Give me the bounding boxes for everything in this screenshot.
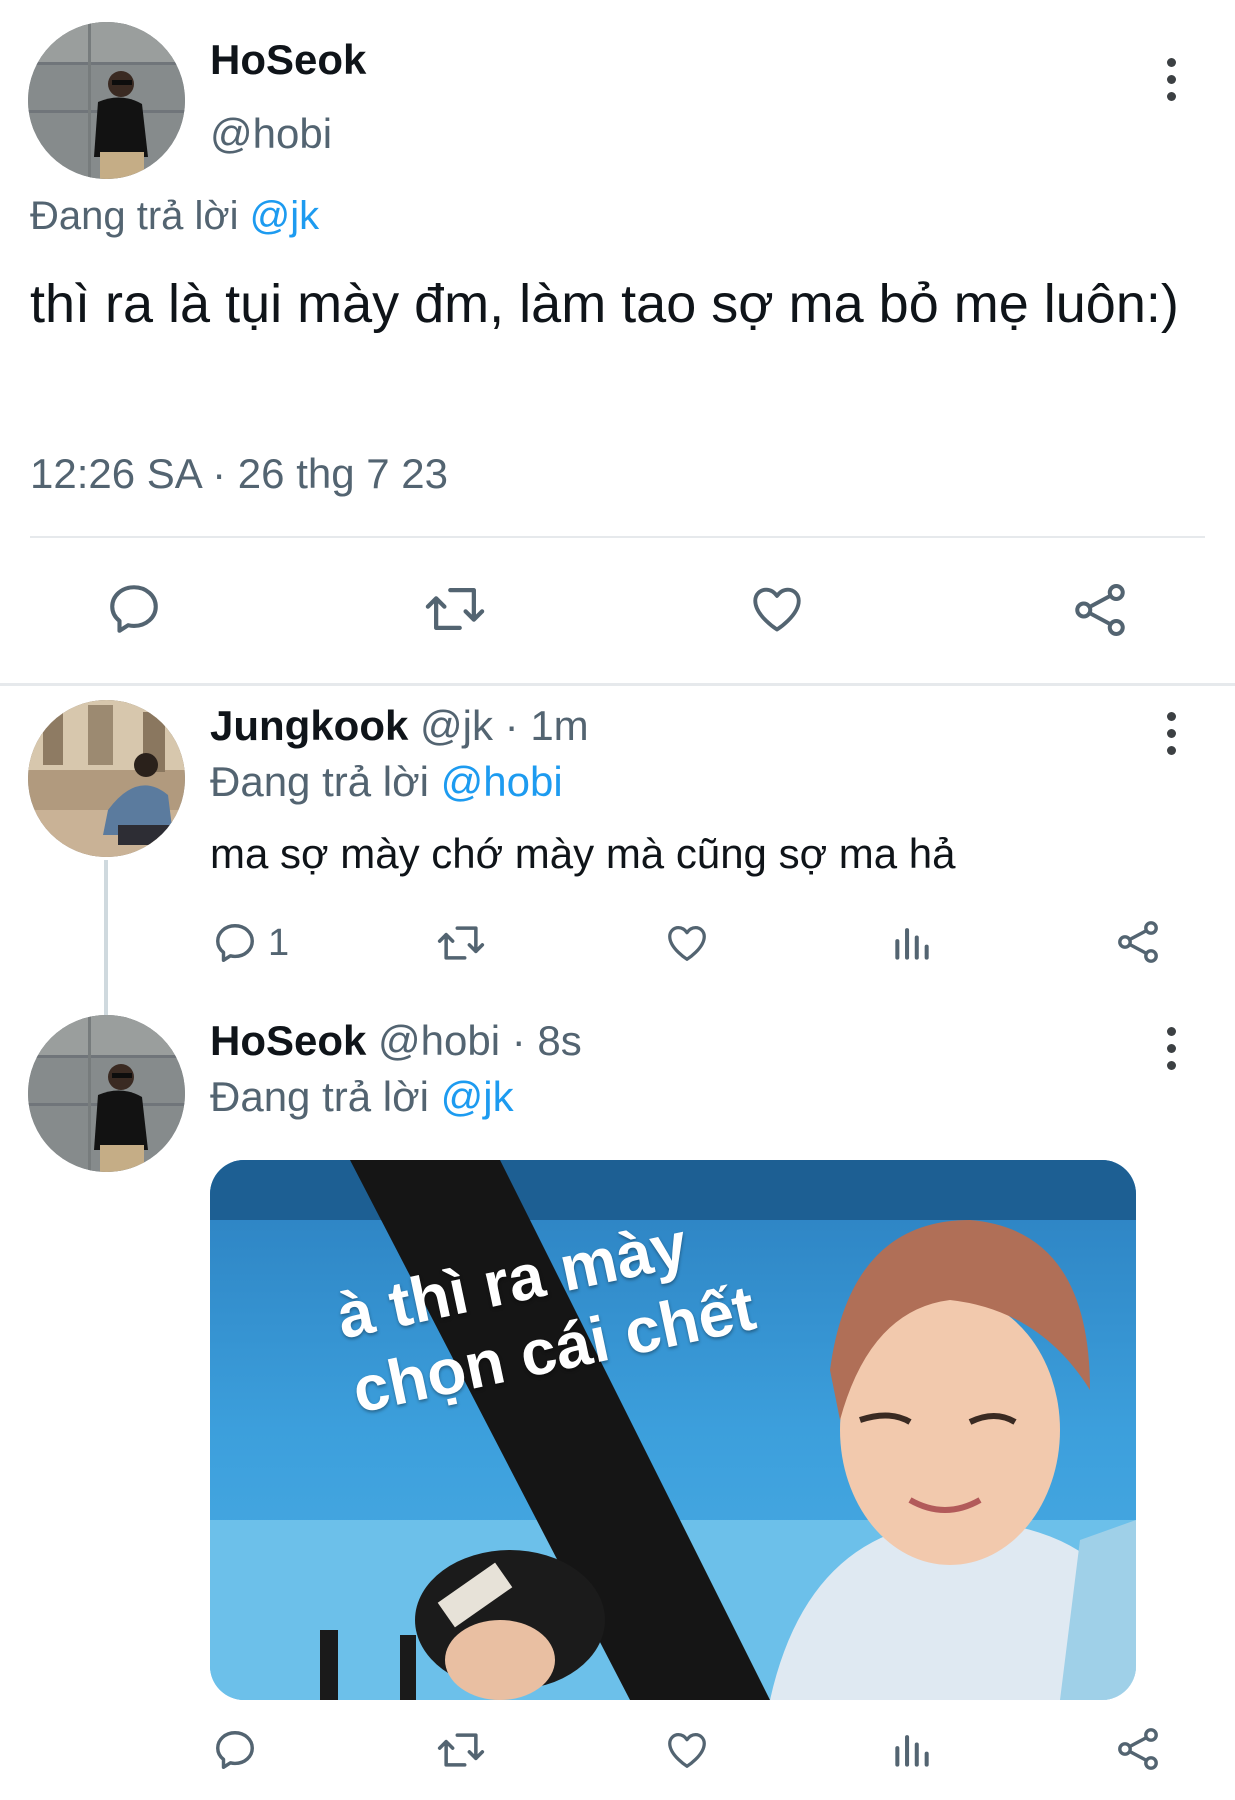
- main-retweet-button[interactable]: [422, 580, 488, 638]
- replying-prefix: Đang trả lời: [30, 194, 239, 238]
- heart-icon: [668, 1733, 706, 1768]
- reply1-share-button[interactable]: [1114, 918, 1162, 966]
- thread-line: [104, 860, 108, 1015]
- section-divider: [0, 683, 1235, 686]
- replying-prefix: Đang trả lời: [210, 758, 429, 805]
- reply1-header: Jungkook @jk · 1m: [210, 702, 589, 750]
- share-nodes-icon: [1118, 921, 1158, 963]
- reply2-retweet-button[interactable]: [435, 1727, 487, 1773]
- replying-to-link[interactable]: @jk: [250, 194, 320, 238]
- main-handle[interactable]: @hobi: [210, 110, 332, 158]
- speech-bubble-icon: [216, 924, 254, 962]
- reply1-views-button[interactable]: [890, 920, 934, 966]
- reply2-replying-line: Đang trả lời @jk: [210, 1073, 514, 1121]
- vertical-dots-icon: [1166, 1027, 1176, 1036]
- reply2-share-button[interactable]: [1114, 1725, 1162, 1773]
- reply1-time[interactable]: · 1m: [505, 702, 589, 749]
- reply2-views-button[interactable]: [890, 1727, 934, 1773]
- retweet-arrows-icon: [437, 926, 485, 960]
- reply1-avatar[interactable]: [28, 700, 185, 857]
- main-display-name[interactable]: HoSeok: [210, 36, 366, 84]
- reply2-handle[interactable]: @hobi: [378, 1017, 500, 1064]
- main-avatar[interactable]: [28, 22, 185, 179]
- heart-icon: [668, 926, 706, 961]
- reply2-time[interactable]: · 8s: [512, 1017, 582, 1064]
- reply1-tweet-text: ma sợ mày chớ mày mà cũng sợ ma hả: [210, 830, 956, 877]
- reply1-reply-button[interactable]: 1: [212, 920, 289, 966]
- retweet-arrows-icon: [425, 588, 485, 630]
- main-share-button[interactable]: [1069, 580, 1131, 640]
- share-nodes-icon: [1118, 1728, 1158, 1770]
- main-tweet-text: thì ra là tụi mày đm, làm tao sợ ma bỏ m…: [30, 274, 1179, 334]
- reply1-reply-count: 1: [268, 921, 290, 964]
- main-like-button[interactable]: [747, 580, 807, 638]
- share-nodes-icon: [1075, 584, 1125, 636]
- replying-to-link[interactable]: @hobi: [441, 758, 563, 805]
- reply2-media-image[interactable]: à thì ra mày chọn cái chết: [210, 1160, 1136, 1700]
- bar-chart-icon: [895, 928, 929, 960]
- reply1-handle[interactable]: @jk: [420, 702, 493, 749]
- avatar-photo: [28, 22, 185, 179]
- reply2-header: HoSeok @hobi · 8s: [210, 1017, 582, 1065]
- main-replying-line: Đang trả lời @jk: [30, 194, 319, 239]
- main-timestamp[interactable]: 12:26 SA · 26 thg 7 23: [30, 450, 448, 498]
- speech-bubble-icon: [216, 1731, 254, 1769]
- main-reply-button[interactable]: [105, 580, 163, 638]
- reply2-more-button[interactable]: [1160, 1027, 1182, 1079]
- vertical-dots-icon: [1166, 58, 1176, 67]
- speech-bubble-icon: [110, 585, 158, 633]
- retweet-arrows-icon: [437, 1733, 485, 1767]
- reply2-display-name[interactable]: HoSeok: [210, 1017, 366, 1064]
- replying-to-link[interactable]: @jk: [441, 1073, 514, 1120]
- replying-prefix: Đang trả lời: [210, 1073, 429, 1120]
- reply2-reply-button[interactable]: [212, 1727, 258, 1773]
- reply1-retweet-button[interactable]: [435, 920, 487, 966]
- main-more-button[interactable]: [1160, 58, 1182, 110]
- reply1-more-button[interactable]: [1160, 712, 1182, 764]
- vertical-dots-icon: [1166, 712, 1176, 721]
- reply2-avatar[interactable]: [28, 1015, 185, 1172]
- reply1-like-button[interactable]: [663, 920, 711, 966]
- avatar-photo: [28, 1015, 185, 1172]
- avatar-photo: [28, 700, 185, 857]
- heart-icon: [753, 587, 801, 632]
- reply2-like-button[interactable]: [663, 1727, 711, 1773]
- reply1-replying-line: Đang trả lời @hobi: [210, 758, 563, 806]
- reply1-display-name[interactable]: Jungkook: [210, 702, 408, 749]
- main-divider: [30, 536, 1205, 538]
- bar-chart-icon: [895, 1735, 929, 1767]
